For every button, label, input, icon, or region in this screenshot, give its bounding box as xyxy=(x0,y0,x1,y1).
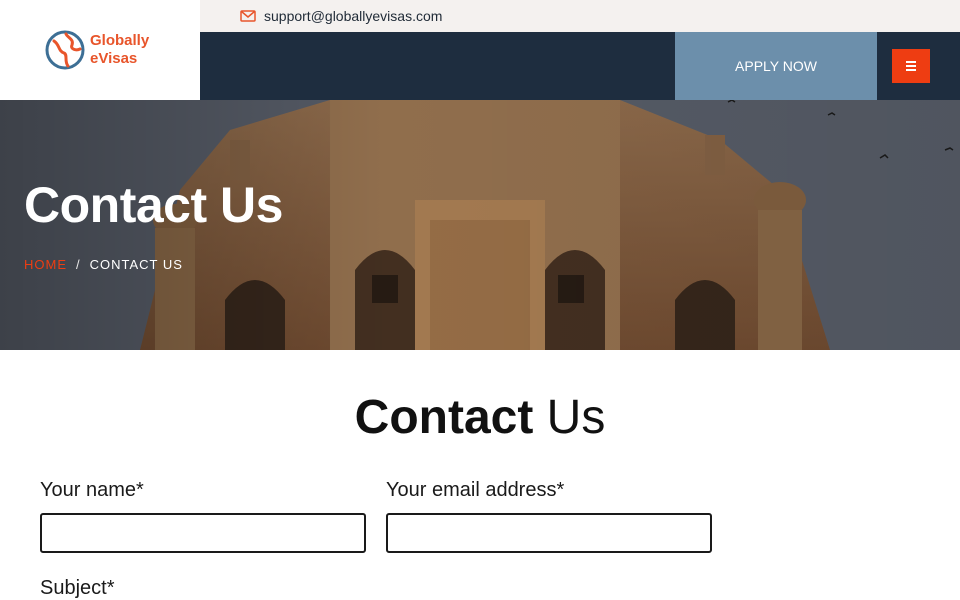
support-email-link[interactable]: support@globallyevisas.com xyxy=(264,8,442,24)
contact-section-title: Contact Us xyxy=(0,390,960,445)
email-input[interactable] xyxy=(386,513,712,553)
breadcrumb-home-link[interactable]: HOME xyxy=(24,257,67,272)
globe-icon xyxy=(45,30,85,70)
breadcrumb-current: CONTACT US xyxy=(89,257,183,272)
hero-banner: Contact Us HOME / CONTACT US xyxy=(0,100,960,350)
hamburger-menu-button[interactable] xyxy=(892,49,930,83)
mail-icon xyxy=(240,10,256,22)
breadcrumb-separator: / xyxy=(76,257,81,272)
contact-title-light: Us xyxy=(546,391,606,444)
name-field-label: Your name* xyxy=(40,479,144,501)
brand-line-2: eVisas xyxy=(90,50,138,67)
brand-line-1: Globally xyxy=(90,32,150,49)
breadcrumb: HOME / CONTACT US xyxy=(24,257,183,272)
page-title: Contact Us xyxy=(24,177,283,233)
main-navbar: APPLY NOW xyxy=(200,32,960,100)
subject-field-label: Subject* xyxy=(40,577,115,599)
hamburger-menu-icon xyxy=(906,65,916,67)
top-contact-bar: support@globallyevisas.com xyxy=(200,0,960,32)
name-input[interactable] xyxy=(40,513,366,553)
logo[interactable]: Globally eVisas xyxy=(0,0,200,100)
apply-now-button[interactable]: APPLY NOW xyxy=(675,32,877,100)
contact-title-bold: Contact xyxy=(354,391,534,444)
email-field-label: Your email address* xyxy=(386,479,565,501)
brand-name: Globally eVisas xyxy=(90,32,149,68)
